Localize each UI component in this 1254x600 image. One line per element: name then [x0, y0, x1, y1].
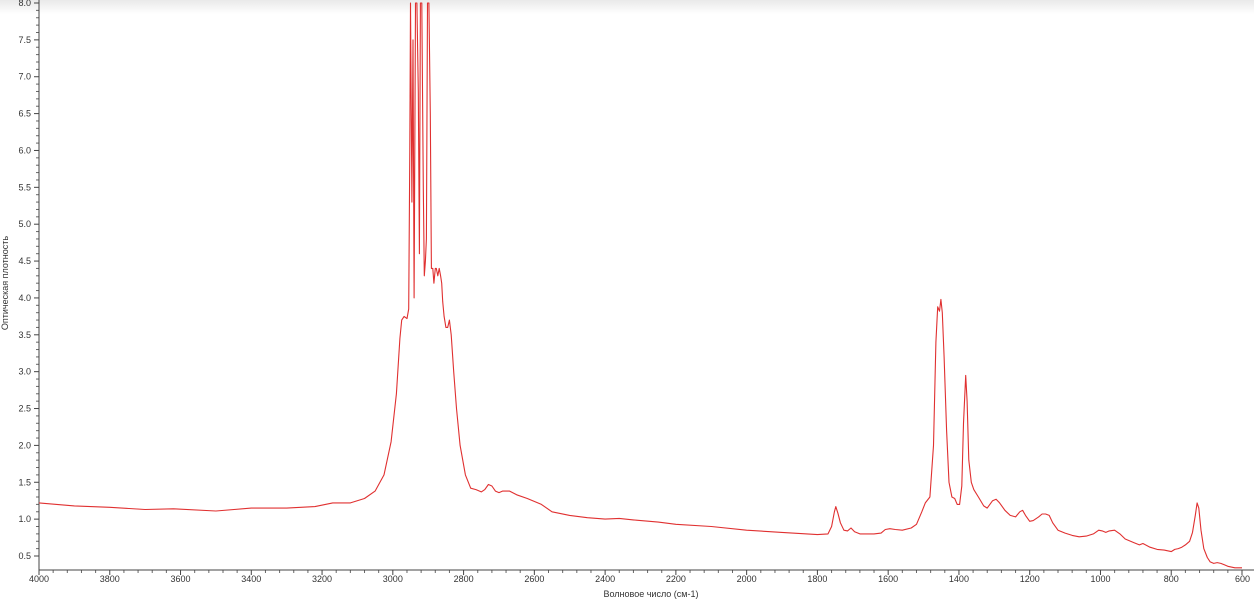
- x-tick-label: 3800: [100, 574, 120, 584]
- y-tick-label: 7.5: [18, 35, 31, 45]
- y-tick-label: 4.5: [18, 256, 31, 266]
- x-tick-label: 3200: [312, 574, 332, 584]
- x-tick-label: 600: [1235, 574, 1250, 584]
- x-tick-label: 2200: [666, 574, 686, 584]
- x-tick-label: 1800: [807, 574, 827, 584]
- x-tick-label: 3000: [383, 574, 403, 584]
- x-tick-label: 1400: [949, 574, 969, 584]
- x-tick-label: 3600: [171, 574, 191, 584]
- y-tick-label: 5.5: [18, 182, 31, 192]
- plot-area: [39, 2, 1242, 569]
- x-tick-label: 2000: [737, 574, 757, 584]
- x-tick-label: 1600: [878, 574, 898, 584]
- x-tick-label: 800: [1164, 574, 1179, 584]
- y-axis-label: Оптическая плотность: [0, 235, 10, 331]
- x-tick-label: 2800: [454, 574, 474, 584]
- spectrum-chart: 0.5 1.0 1.5 2.0 2.5 3.0 3.5 4.0 4.5 5.0 5.5 6.0 6.5 7…: [18, 0, 1254, 599]
- x-axis-ticks: 4000 3800 3600 3400 3200 3000 2800 2600 2400 2200…: [29, 570, 1250, 584]
- y-tick-label: 0.5: [18, 551, 31, 561]
- x-axis-label: Волновое число (см-1): [604, 589, 699, 599]
- x-tick-label: 4000: [29, 574, 49, 584]
- x-tick-label: 2600: [524, 574, 544, 584]
- y-tick-label: 1.0: [18, 514, 31, 524]
- spectrum-line: [39, 2, 1242, 569]
- y-tick-label: 4.0: [18, 293, 31, 303]
- y-tick-label: 7.0: [18, 72, 31, 82]
- y-tick-label: 2.5: [18, 404, 31, 414]
- x-tick-label: 1000: [1090, 574, 1110, 584]
- y-tick-label: 3.5: [18, 330, 31, 340]
- y-tick-label: 2.0: [18, 440, 31, 450]
- y-tick-label: 1.5: [18, 477, 31, 487]
- y-tick-label: 8.0: [18, 0, 31, 8]
- y-tick-label: 6.5: [18, 109, 31, 119]
- y-axis-ticks: 0.5 1.0 1.5 2.0 2.5 3.0 3.5 4.0 4.5 5.0 5.5 6.0 6.5 7…: [18, 0, 39, 561]
- y-tick-label: 6.0: [18, 145, 31, 155]
- y-tick-label: 3.0: [18, 367, 31, 377]
- y-tick-label: 5.0: [18, 219, 31, 229]
- x-tick-label: 1200: [1020, 574, 1040, 584]
- x-tick-label: 2400: [595, 574, 615, 584]
- x-tick-label: 3400: [241, 574, 261, 584]
